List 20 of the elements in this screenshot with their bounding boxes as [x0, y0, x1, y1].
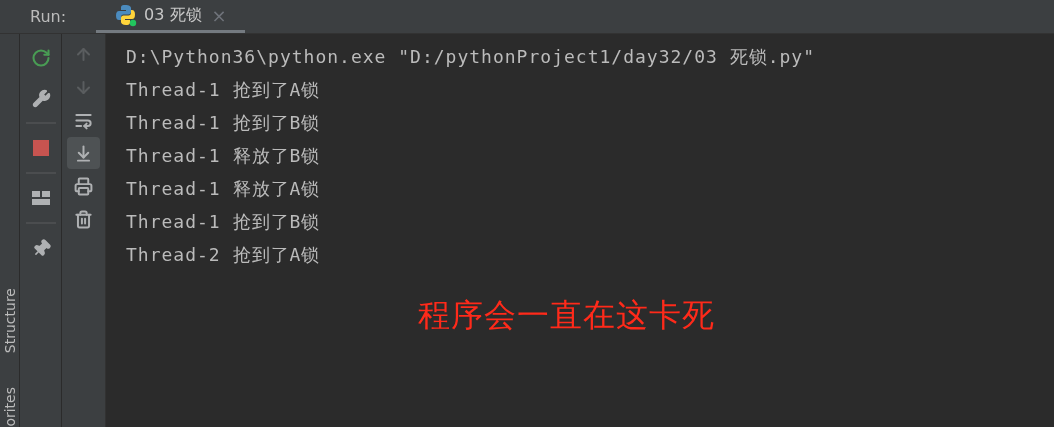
- console-line: Thread-1 抢到了A锁: [126, 78, 322, 102]
- run-label: Run:: [29, 5, 68, 28]
- console-line: Thread-1 释放了A锁: [126, 177, 322, 201]
- console-line: Thread-2 抢到了A锁: [126, 243, 322, 267]
- side-tab[interactable]: orites: [0, 387, 19, 427]
- wrench-icon: [31, 88, 51, 108]
- printer-icon: [74, 176, 93, 196]
- trash-icon: [74, 209, 93, 229]
- side-tab[interactable]: Structure: [0, 288, 19, 354]
- arrow-to-line-icon: [74, 143, 93, 163]
- layout-icon: [32, 190, 50, 206]
- rerun-icon: [31, 48, 51, 68]
- console-line: D:\Python36\python.exe "D:/pythonProject1/day32/03 死锁.py": [126, 45, 817, 69]
- scroll-to-end-button[interactable]: [67, 137, 100, 169]
- console-line: Thread-1 释放了B锁: [126, 144, 322, 168]
- python-file-icon: [114, 3, 139, 27]
- console-line: Thread-1 抢到了B锁: [126, 111, 322, 135]
- stop-icon: [33, 140, 49, 156]
- console-line: Thread-1 抢到了B锁: [126, 210, 322, 234]
- annotation-text: 程序会一直在这卡死: [418, 295, 716, 336]
